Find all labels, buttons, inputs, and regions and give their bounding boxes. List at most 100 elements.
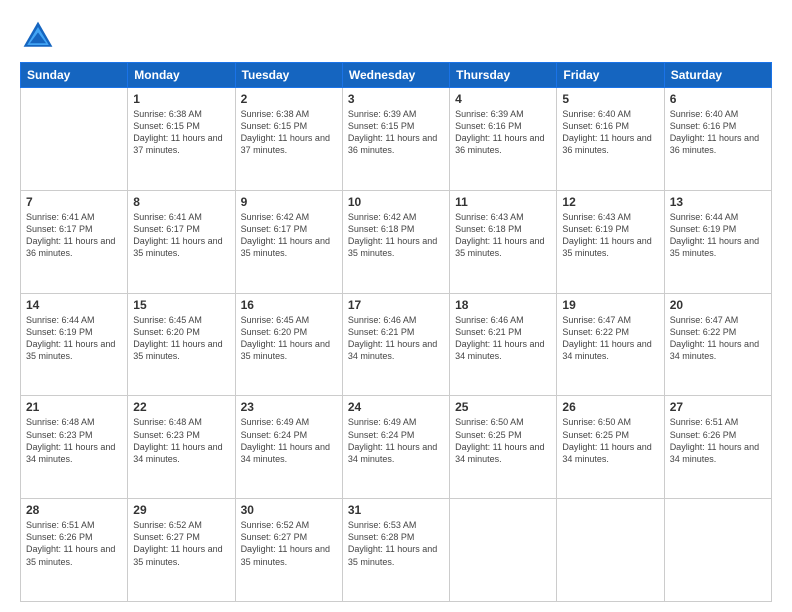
calendar-cell: 31Sunrise: 6:53 AM Sunset: 6:28 PM Dayli… [342, 499, 449, 602]
day-info: Sunrise: 6:43 AM Sunset: 6:19 PM Dayligh… [562, 211, 658, 260]
logo [20, 18, 60, 54]
day-info: Sunrise: 6:53 AM Sunset: 6:28 PM Dayligh… [348, 519, 444, 568]
day-number: 12 [562, 195, 658, 209]
calendar-cell: 1Sunrise: 6:38 AM Sunset: 6:15 PM Daylig… [128, 88, 235, 191]
day-number: 25 [455, 400, 551, 414]
calendar-week-row: 7 Sunrise: 6:41 AM Sunset: 6:17 PM Daylig… [21, 190, 772, 293]
calendar-cell: 10 Sunrise: 6:42 AM Sunset: 6:18 PM Dayli… [342, 190, 449, 293]
day-info: Sunrise: 6:40 AM Sunset: 6:16 PM Dayligh… [670, 108, 766, 157]
day-info: Sunrise: 6:48 AM Sunset: 6:23 PM Dayligh… [26, 416, 122, 465]
calendar-cell [664, 499, 771, 602]
day-number: 4 [455, 92, 551, 106]
calendar-header-tuesday: Tuesday [235, 63, 342, 88]
day-number: 14 [26, 298, 122, 312]
calendar-cell [557, 499, 664, 602]
day-number: 17 [348, 298, 444, 312]
day-info: Sunrise: 6:38 AM Sunset: 6:15 PM Dayligh… [133, 108, 229, 157]
day-number: 18 [455, 298, 551, 312]
calendar-cell: 23 Sunrise: 6:49 AM Sunset: 6:24 PM Dayli… [235, 396, 342, 499]
calendar-header-thursday: Thursday [450, 63, 557, 88]
day-number: 29 [133, 503, 229, 517]
day-info: Sunrise: 6:42 AM Sunset: 6:17 PM Dayligh… [241, 211, 337, 260]
day-info: Sunrise: 6:41 AM Sunset: 6:17 PM Dayligh… [26, 211, 122, 260]
day-number: 16 [241, 298, 337, 312]
day-info: Sunrise: 6:51 AM Sunset: 6:26 PM Dayligh… [670, 416, 766, 465]
day-number: 20 [670, 298, 766, 312]
calendar-cell: 16 Sunrise: 6:45 AM Sunset: 6:20 PM Dayli… [235, 293, 342, 396]
day-info: Sunrise: 6:44 AM Sunset: 6:19 PM Dayligh… [26, 314, 122, 363]
day-number: 30 [241, 503, 337, 517]
day-info: Sunrise: 6:50 AM Sunset: 6:25 PM Dayligh… [455, 416, 551, 465]
day-info: Sunrise: 6:46 AM Sunset: 6:21 PM Dayligh… [455, 314, 551, 363]
day-info: Sunrise: 6:45 AM Sunset: 6:20 PM Dayligh… [133, 314, 229, 363]
calendar-cell: 9 Sunrise: 6:42 AM Sunset: 6:17 PM Daylig… [235, 190, 342, 293]
calendar-cell: 21Sunrise: 6:48 AM Sunset: 6:23 PM Dayli… [21, 396, 128, 499]
calendar-cell: 19Sunrise: 6:47 AM Sunset: 6:22 PM Dayli… [557, 293, 664, 396]
day-info: Sunrise: 6:49 AM Sunset: 6:24 PM Dayligh… [348, 416, 444, 465]
calendar-cell: 15 Sunrise: 6:45 AM Sunset: 6:20 PM Dayli… [128, 293, 235, 396]
day-number: 6 [670, 92, 766, 106]
day-info: Sunrise: 6:43 AM Sunset: 6:18 PM Dayligh… [455, 211, 551, 260]
day-info: Sunrise: 6:47 AM Sunset: 6:22 PM Dayligh… [562, 314, 658, 363]
calendar-cell: 14 Sunrise: 6:44 AM Sunset: 6:19 PM Dayli… [21, 293, 128, 396]
calendar-header-wednesday: Wednesday [342, 63, 449, 88]
day-number: 15 [133, 298, 229, 312]
day-number: 13 [670, 195, 766, 209]
day-number: 3 [348, 92, 444, 106]
day-info: Sunrise: 6:49 AM Sunset: 6:24 PM Dayligh… [241, 416, 337, 465]
calendar-cell [450, 499, 557, 602]
calendar-week-row: 14 Sunrise: 6:44 AM Sunset: 6:19 PM Dayli… [21, 293, 772, 396]
day-info: Sunrise: 6:40 AM Sunset: 6:16 PM Dayligh… [562, 108, 658, 157]
calendar-header-sunday: Sunday [21, 63, 128, 88]
day-info: Sunrise: 6:48 AM Sunset: 6:23 PM Dayligh… [133, 416, 229, 465]
day-number: 8 [133, 195, 229, 209]
calendar-header-saturday: Saturday [664, 63, 771, 88]
day-number: 7 [26, 195, 122, 209]
calendar-cell: 18 Sunrise: 6:46 AM Sunset: 6:21 PM Dayli… [450, 293, 557, 396]
day-number: 5 [562, 92, 658, 106]
calendar-cell: 27 Sunrise: 6:51 AM Sunset: 6:26 PM Dayli… [664, 396, 771, 499]
day-info: Sunrise: 6:44 AM Sunset: 6:19 PM Dayligh… [670, 211, 766, 260]
calendar-cell: 7 Sunrise: 6:41 AM Sunset: 6:17 PM Daylig… [21, 190, 128, 293]
day-info: Sunrise: 6:46 AM Sunset: 6:21 PM Dayligh… [348, 314, 444, 363]
calendar-cell: 3 Sunrise: 6:39 AM Sunset: 6:15 PM Daylig… [342, 88, 449, 191]
day-number: 23 [241, 400, 337, 414]
day-info: Sunrise: 6:39 AM Sunset: 6:16 PM Dayligh… [455, 108, 551, 157]
day-info: Sunrise: 6:41 AM Sunset: 6:17 PM Dayligh… [133, 211, 229, 260]
calendar-cell: 2Sunrise: 6:38 AM Sunset: 6:15 PM Daylig… [235, 88, 342, 191]
calendar-header-row: SundayMondayTuesdayWednesdayThursdayFrid… [21, 63, 772, 88]
header [20, 18, 772, 54]
day-number: 9 [241, 195, 337, 209]
calendar-cell: 28Sunrise: 6:51 AM Sunset: 6:26 PM Dayli… [21, 499, 128, 602]
calendar-week-row: 28Sunrise: 6:51 AM Sunset: 6:26 PM Dayli… [21, 499, 772, 602]
day-info: Sunrise: 6:45 AM Sunset: 6:20 PM Dayligh… [241, 314, 337, 363]
calendar-cell: 30 Sunrise: 6:52 AM Sunset: 6:27 PM Dayli… [235, 499, 342, 602]
calendar-cell: 11 Sunrise: 6:43 AM Sunset: 6:18 PM Dayli… [450, 190, 557, 293]
day-number: 27 [670, 400, 766, 414]
calendar-cell: 6 Sunrise: 6:40 AM Sunset: 6:16 PM Daylig… [664, 88, 771, 191]
page: SundayMondayTuesdayWednesdayThursdayFrid… [0, 0, 792, 612]
day-number: 24 [348, 400, 444, 414]
calendar-cell: 4 Sunrise: 6:39 AM Sunset: 6:16 PM Daylig… [450, 88, 557, 191]
calendar-week-row: 1Sunrise: 6:38 AM Sunset: 6:15 PM Daylig… [21, 88, 772, 191]
calendar-cell: 17 Sunrise: 6:46 AM Sunset: 6:21 PM Dayli… [342, 293, 449, 396]
day-info: Sunrise: 6:42 AM Sunset: 6:18 PM Dayligh… [348, 211, 444, 260]
day-number: 11 [455, 195, 551, 209]
calendar-cell [21, 88, 128, 191]
day-info: Sunrise: 6:52 AM Sunset: 6:27 PM Dayligh… [241, 519, 337, 568]
calendar-cell: 25 Sunrise: 6:50 AM Sunset: 6:25 PM Dayli… [450, 396, 557, 499]
calendar-cell: 24 Sunrise: 6:49 AM Sunset: 6:24 PM Dayli… [342, 396, 449, 499]
day-info: Sunrise: 6:47 AM Sunset: 6:22 PM Dayligh… [670, 314, 766, 363]
calendar-cell: 26Sunrise: 6:50 AM Sunset: 6:25 PM Dayli… [557, 396, 664, 499]
day-number: 22 [133, 400, 229, 414]
calendar-week-row: 21Sunrise: 6:48 AM Sunset: 6:23 PM Dayli… [21, 396, 772, 499]
calendar-cell: 12 Sunrise: 6:43 AM Sunset: 6:19 PM Dayli… [557, 190, 664, 293]
day-info: Sunrise: 6:50 AM Sunset: 6:25 PM Dayligh… [562, 416, 658, 465]
calendar-header-monday: Monday [128, 63, 235, 88]
day-number: 10 [348, 195, 444, 209]
calendar-cell: 22 Sunrise: 6:48 AM Sunset: 6:23 PM Dayli… [128, 396, 235, 499]
day-info: Sunrise: 6:39 AM Sunset: 6:15 PM Dayligh… [348, 108, 444, 157]
calendar-header-friday: Friday [557, 63, 664, 88]
calendar-cell: 13 Sunrise: 6:44 AM Sunset: 6:19 PM Dayli… [664, 190, 771, 293]
day-number: 2 [241, 92, 337, 106]
